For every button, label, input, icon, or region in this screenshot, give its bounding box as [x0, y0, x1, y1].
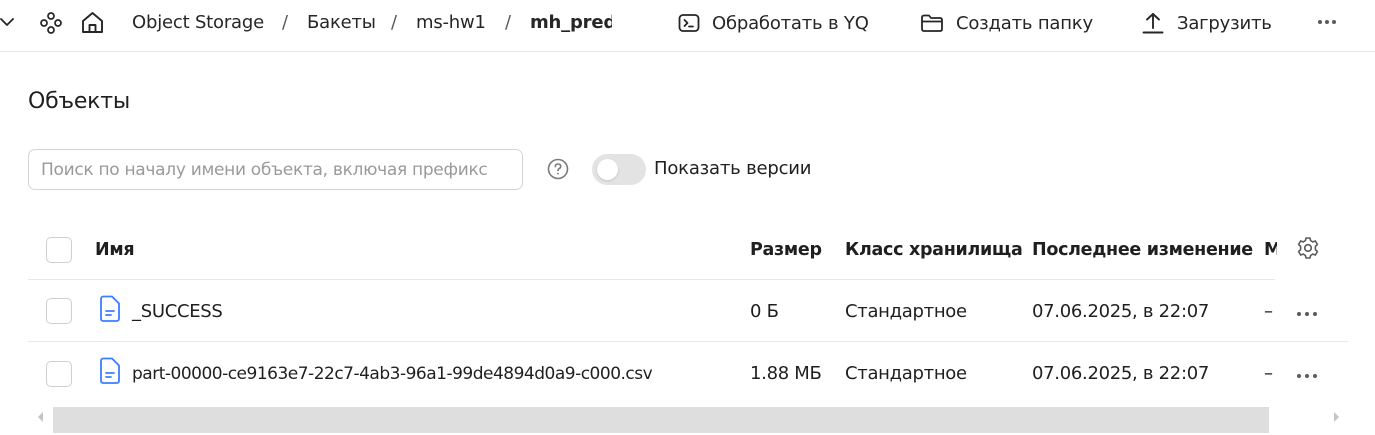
row-checkbox[interactable]	[46, 298, 72, 324]
column-header-modified[interactable]: Последнее изменение	[1032, 220, 1253, 280]
chevron-down-icon[interactable]	[0, 16, 14, 28]
object-storage-class: Стандартное	[845, 300, 967, 322]
home-icon[interactable]	[80, 10, 105, 35]
object-extra: –	[1264, 363, 1273, 384]
column-header-truncated[interactable]: М	[1264, 220, 1277, 280]
more-icon	[1296, 302, 1318, 321]
object-size: 0 Б	[750, 300, 779, 322]
more-actions-icon[interactable]	[1317, 19, 1337, 25]
breadcrumb-bucket-name[interactable]: ms-hw1	[416, 12, 486, 34]
create-folder-label: Создать папку	[956, 12, 1093, 34]
object-size: 1.88 МБ	[750, 363, 822, 384]
breadcrumb-separator: /	[391, 12, 398, 33]
object-name: _SUCCESS	[132, 300, 223, 322]
row-select-cell	[46, 342, 72, 405]
horizontal-scrollbar[interactable]	[28, 405, 1348, 435]
object-name-cell[interactable]: _SUCCESS	[98, 280, 223, 342]
column-header-size[interactable]: Размер	[750, 220, 822, 280]
column-header-storage-class[interactable]: Класс хранилища	[845, 220, 1022, 280]
table-row[interactable]: _SUCCESS 0 Б Стандартное 07.06.2025, в 2…	[28, 280, 1348, 342]
process-in-yq-label: Обработать в YQ	[712, 12, 869, 34]
create-folder-button[interactable]: Создать папку	[920, 10, 1093, 36]
row-checkbox[interactable]	[46, 360, 72, 387]
breadcrumb-separator: /	[282, 12, 289, 33]
terminal-icon	[678, 13, 700, 33]
table-row[interactable]: part-00000-ce9163e7-22c7-4ab3-96a1-99de4…	[28, 342, 1348, 405]
upload-label: Загрузить	[1177, 12, 1272, 34]
row-more-button[interactable]	[1296, 280, 1318, 342]
row-select-cell	[46, 280, 72, 342]
process-in-yq-button[interactable]: Обработать в YQ	[678, 10, 869, 36]
breadcrumb-buckets[interactable]: Бакеты	[307, 12, 376, 34]
object-extra: –	[1264, 300, 1273, 322]
scrollbar-thumb[interactable]	[53, 407, 1269, 433]
row-more-button[interactable]	[1296, 342, 1318, 405]
show-versions-label: Показать версии	[654, 158, 812, 179]
show-versions-toggle[interactable]	[592, 154, 646, 185]
objects-table: Имя Размер Класс хранилища Последнее изм…	[28, 220, 1348, 435]
object-storage-class: Стандартное	[845, 363, 967, 384]
toggle-knob	[597, 159, 618, 180]
select-all-cell	[46, 220, 72, 280]
upload-button[interactable]: Загрузить	[1141, 10, 1272, 36]
scroll-right-arrow[interactable]	[1331, 409, 1341, 425]
search-box	[28, 149, 523, 190]
topbar-divider	[0, 51, 1375, 52]
scroll-left-arrow[interactable]	[36, 409, 46, 425]
column-header-name[interactable]: Имя	[95, 220, 134, 280]
help-icon[interactable]	[547, 158, 569, 184]
object-modified: 07.06.2025, в 22:07	[1032, 300, 1210, 322]
page-title: Объекты	[28, 89, 131, 114]
breadcrumb-separator: /	[505, 12, 512, 33]
object-modified: 07.06.2025, в 22:07	[1032, 363, 1210, 384]
file-icon	[98, 295, 122, 328]
table-header-row: Имя Размер Класс хранилища Последнее изм…	[28, 220, 1348, 280]
folder-icon	[920, 13, 944, 33]
select-all-checkbox[interactable]	[46, 237, 72, 263]
object-name: part-00000-ce9163e7-22c7-4ab3-96a1-99de4…	[132, 363, 653, 384]
search-input[interactable]	[41, 159, 510, 180]
upload-icon	[1141, 11, 1165, 35]
gear-icon	[1296, 236, 1320, 264]
table-settings-button[interactable]	[1296, 220, 1320, 280]
top-bar: Object Storage / Бакеты / ms-hw1 / mh_pr…	[0, 0, 1375, 52]
breadcrumb-current-folder: mh_predi	[530, 12, 612, 33]
services-icon[interactable]	[39, 11, 63, 35]
object-name-cell[interactable]: part-00000-ce9163e7-22c7-4ab3-96a1-99de4…	[98, 342, 652, 405]
breadcrumb-object-storage[interactable]: Object Storage	[132, 12, 264, 34]
more-icon	[1296, 364, 1318, 383]
file-icon	[98, 357, 122, 390]
